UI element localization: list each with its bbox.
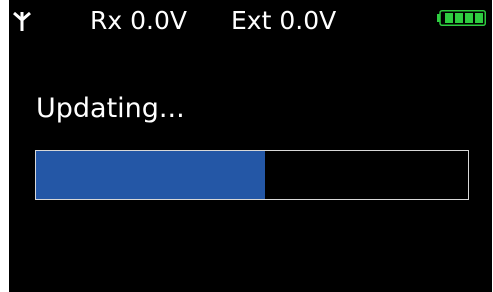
battery-segment [445, 13, 453, 23]
update-status-message: Updating... [36, 93, 185, 124]
device-screen: Rx 0.0V Ext 0.0V Updating... [9, 0, 492, 292]
battery-segment [475, 13, 483, 23]
battery-segment [455, 13, 463, 23]
update-progress-bar [35, 150, 469, 200]
antenna-icon [13, 11, 31, 31]
ext-voltage-readout: Ext 0.0V [231, 6, 337, 35]
battery-icon [437, 10, 486, 26]
battery-segment [465, 13, 473, 23]
rx-voltage-readout: Rx 0.0V [90, 6, 187, 35]
update-progress-fill [36, 151, 265, 199]
status-bar: Rx 0.0V Ext 0.0V [9, 0, 492, 40]
